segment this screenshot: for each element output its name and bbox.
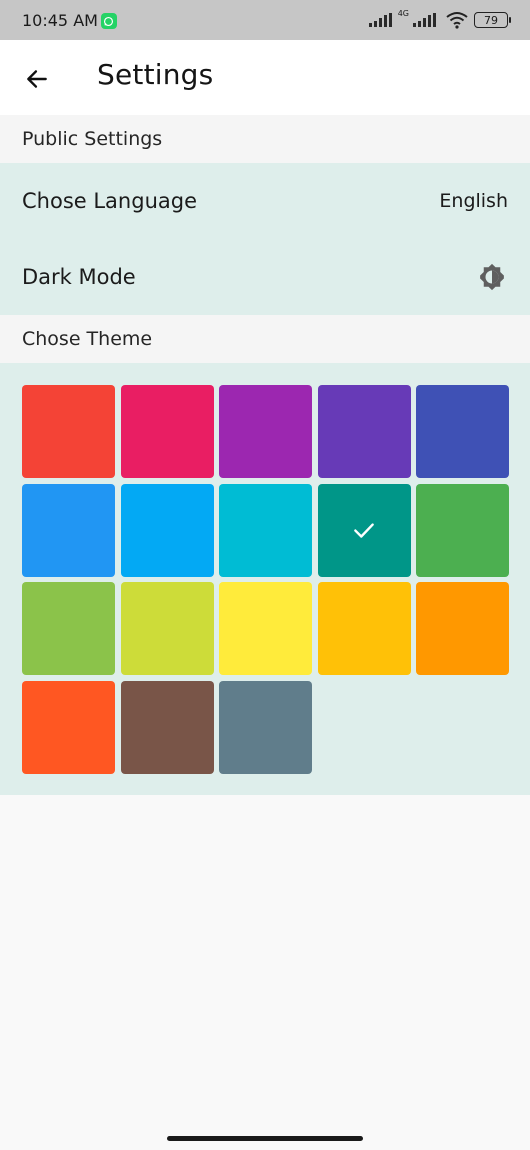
language-value[interactable]: English (439, 190, 508, 212)
theme-swatch[interactable] (219, 385, 312, 478)
battery-level: 79 (484, 13, 498, 27)
theme-swatch[interactable] (120, 385, 214, 478)
theme-swatch[interactable] (416, 582, 509, 675)
public-settings-header-label: Public Settings (22, 128, 163, 150)
language-setting-row[interactable]: Chose Language English (0, 163, 530, 239)
whatsapp-icon (100, 13, 117, 29)
wifi-icon (446, 11, 468, 29)
theme-swatch[interactable] (219, 483, 312, 577)
theme-color-grid (0, 363, 530, 795)
public-settings-group: Chose Language English Dark Mode (0, 163, 530, 315)
dark-mode-label: Dark Mode (22, 265, 136, 289)
theme-swatch[interactable] (317, 483, 411, 577)
dark-mode-setting-row[interactable]: Dark Mode (0, 239, 530, 315)
theme-swatch[interactable] (22, 483, 115, 577)
page-title: Settings (97, 58, 214, 91)
battery-icon: 79 (474, 12, 511, 28)
back-button[interactable] (20, 62, 54, 96)
theme-swatch[interactable] (120, 483, 214, 577)
theme-swatch[interactable] (416, 385, 509, 478)
app-bar: Settings (0, 40, 530, 115)
signal-icon (368, 13, 392, 27)
status-icons: 4G 79 (368, 9, 511, 29)
theme-header: Chose Theme (0, 315, 530, 363)
arrow-back-icon (24, 66, 50, 92)
theme-swatch[interactable] (317, 385, 411, 478)
status-time: 10:45 AM (22, 10, 98, 30)
language-label: Chose Language (22, 189, 197, 213)
theme-header-label: Chose Theme (22, 328, 153, 350)
theme-swatch[interactable] (416, 483, 509, 577)
public-settings-header: Public Settings (0, 115, 530, 163)
theme-swatch[interactable] (120, 582, 214, 675)
theme-swatch[interactable] (317, 582, 411, 675)
home-indicator[interactable] (167, 1136, 363, 1141)
check-icon (351, 517, 377, 543)
theme-swatch[interactable] (22, 582, 115, 675)
theme-swatch[interactable] (22, 680, 115, 774)
theme-swatch[interactable] (219, 582, 312, 675)
network-type-label: 4G (397, 9, 409, 18)
theme-swatch[interactable] (219, 680, 312, 774)
brightness-icon[interactable] (476, 261, 508, 293)
theme-swatch[interactable] (22, 385, 115, 478)
settings-screen: 10:45 AM 4G 79 Settings Public Settings … (0, 0, 530, 1150)
signal-4g-icon (413, 13, 436, 27)
status-bar: 10:45 AM 4G 79 (0, 0, 530, 40)
theme-swatch[interactable] (120, 680, 214, 774)
